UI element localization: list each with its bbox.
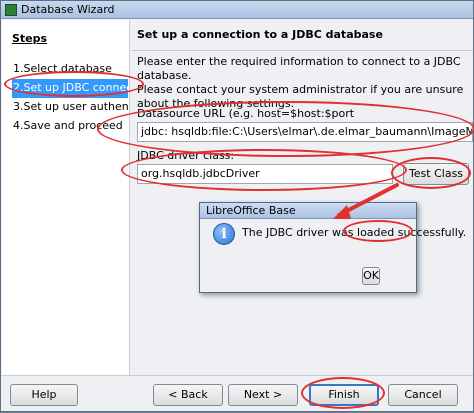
steps-heading: Steps: [12, 32, 48, 45]
header-divider: [131, 50, 473, 51]
help-button[interactable]: Help: [10, 384, 78, 406]
dialog-title: LibreOffice Base: [200, 203, 416, 219]
test-class-button[interactable]: Test Class: [403, 163, 469, 185]
step-select-database[interactable]: 1.Select database: [12, 60, 128, 79]
step-user-authentication[interactable]: 3.Set up user authentication: [12, 98, 128, 117]
window-title: Database Wizard: [21, 3, 115, 16]
step-jdbc-connection[interactable]: 2.Set up JDBC connection: [12, 79, 128, 98]
section-header: Set up a connection to a JDBC database: [137, 28, 383, 41]
database-wizard-window: Database Wizard Steps 1.Select database …: [0, 0, 474, 412]
dialog-message: The JDBC driver was loaded successfully.: [242, 226, 467, 239]
footer-divider: [1, 375, 473, 376]
app-icon: [5, 4, 17, 16]
jdbc-driver-class-input[interactable]: org.hsqldb.jdbcDriver: [137, 164, 393, 184]
message-dialog: LibreOffice Base i The JDBC driver was l…: [199, 202, 466, 293]
datasource-url-input[interactable]: jdbc: hsqldb:file:C:\Users\elmar\.de.elm…: [137, 122, 473, 142]
main-pane: Set up a connection to a JDBC database P…: [131, 20, 473, 375]
next-button[interactable]: Next >: [228, 384, 298, 406]
description-text: Please enter the required information to…: [137, 55, 464, 110]
info-icon: i: [213, 223, 235, 245]
ok-button[interactable]: OK: [362, 267, 380, 285]
jdbc-driver-class-label: JDBC driver class:: [137, 149, 235, 162]
steps-list: 1.Select database 2.Set up JDBC connecti…: [12, 60, 128, 136]
step-save-and-proceed[interactable]: 4.Save and proceed: [12, 117, 128, 136]
cancel-button[interactable]: Cancel: [388, 384, 458, 406]
steps-pane: Steps 1.Select database 2.Set up JDBC co…: [2, 20, 130, 375]
back-button[interactable]: < Back: [153, 384, 223, 406]
title-bar: Database Wizard: [1, 1, 473, 19]
finish-button[interactable]: Finish: [309, 384, 379, 406]
